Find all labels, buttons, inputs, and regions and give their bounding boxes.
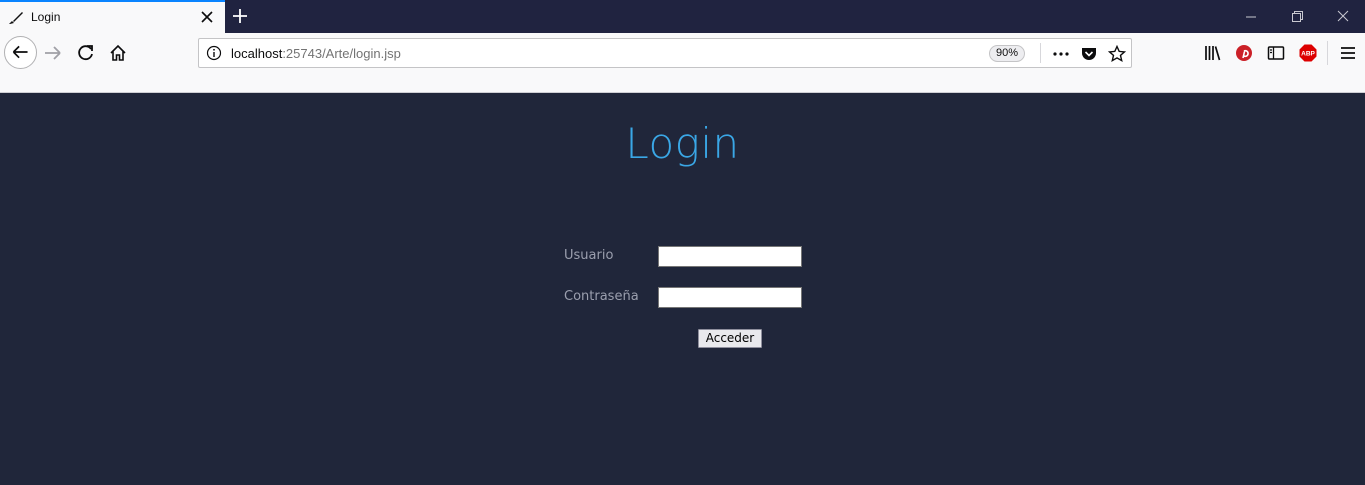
toolbar-divider [1327,41,1328,65]
nav-toolbar: localhost:25743/Arte/login.jsp 90% ABP [0,33,1365,73]
page-actions-icon[interactable] [1052,45,1070,63]
toolbar-bottom [0,73,1365,92]
bookmark-star-icon[interactable] [1108,45,1126,63]
minimize-icon[interactable] [1228,0,1274,33]
brush-icon [9,12,23,24]
tab-title: Login [31,10,61,24]
site-info-icon[interactable] [206,45,222,61]
url-host: localhost [231,46,283,61]
library-icon[interactable] [1203,43,1223,63]
password-label: Contraseña [564,289,639,304]
username-label: Usuario [564,248,614,263]
password-input[interactable] [658,287,802,308]
username-input[interactable] [658,246,802,267]
tab-strip: Login [0,0,1365,33]
login-submit-button[interactable]: Acceder [698,329,762,348]
tab-login[interactable]: Login [0,0,225,33]
url-text[interactable]: localhost:25743/Arte/login.jsp [231,46,401,61]
back-arrow-icon [12,45,28,59]
hamburger-menu-icon[interactable] [1338,43,1358,63]
restore-icon[interactable] [1274,0,1320,33]
page-title: Login [625,119,740,168]
back-button[interactable] [4,36,37,69]
close-tab-icon[interactable] [198,8,216,26]
url-bar[interactable]: localhost:25743/Arte/login.jsp 90% [198,38,1132,68]
svg-text:ABP: ABP [1301,51,1315,58]
zoom-badge[interactable]: 90% [989,45,1026,62]
url-path: :25743/Arte/login.jsp [282,46,401,61]
close-window-icon[interactable] [1320,0,1365,33]
page-content: Login Usuario Contraseña Acceder [0,93,1365,485]
pinterest-icon[interactable] [1234,43,1254,63]
sidebar-icon[interactable] [1266,43,1286,63]
forward-icon[interactable] [43,43,63,63]
reload-icon[interactable] [76,43,96,63]
new-tab-icon[interactable] [230,6,250,26]
pocket-icon[interactable] [1080,45,1098,63]
adblock-icon[interactable]: ABP [1298,43,1318,63]
home-icon[interactable] [108,43,128,63]
url-separator [1040,43,1041,63]
